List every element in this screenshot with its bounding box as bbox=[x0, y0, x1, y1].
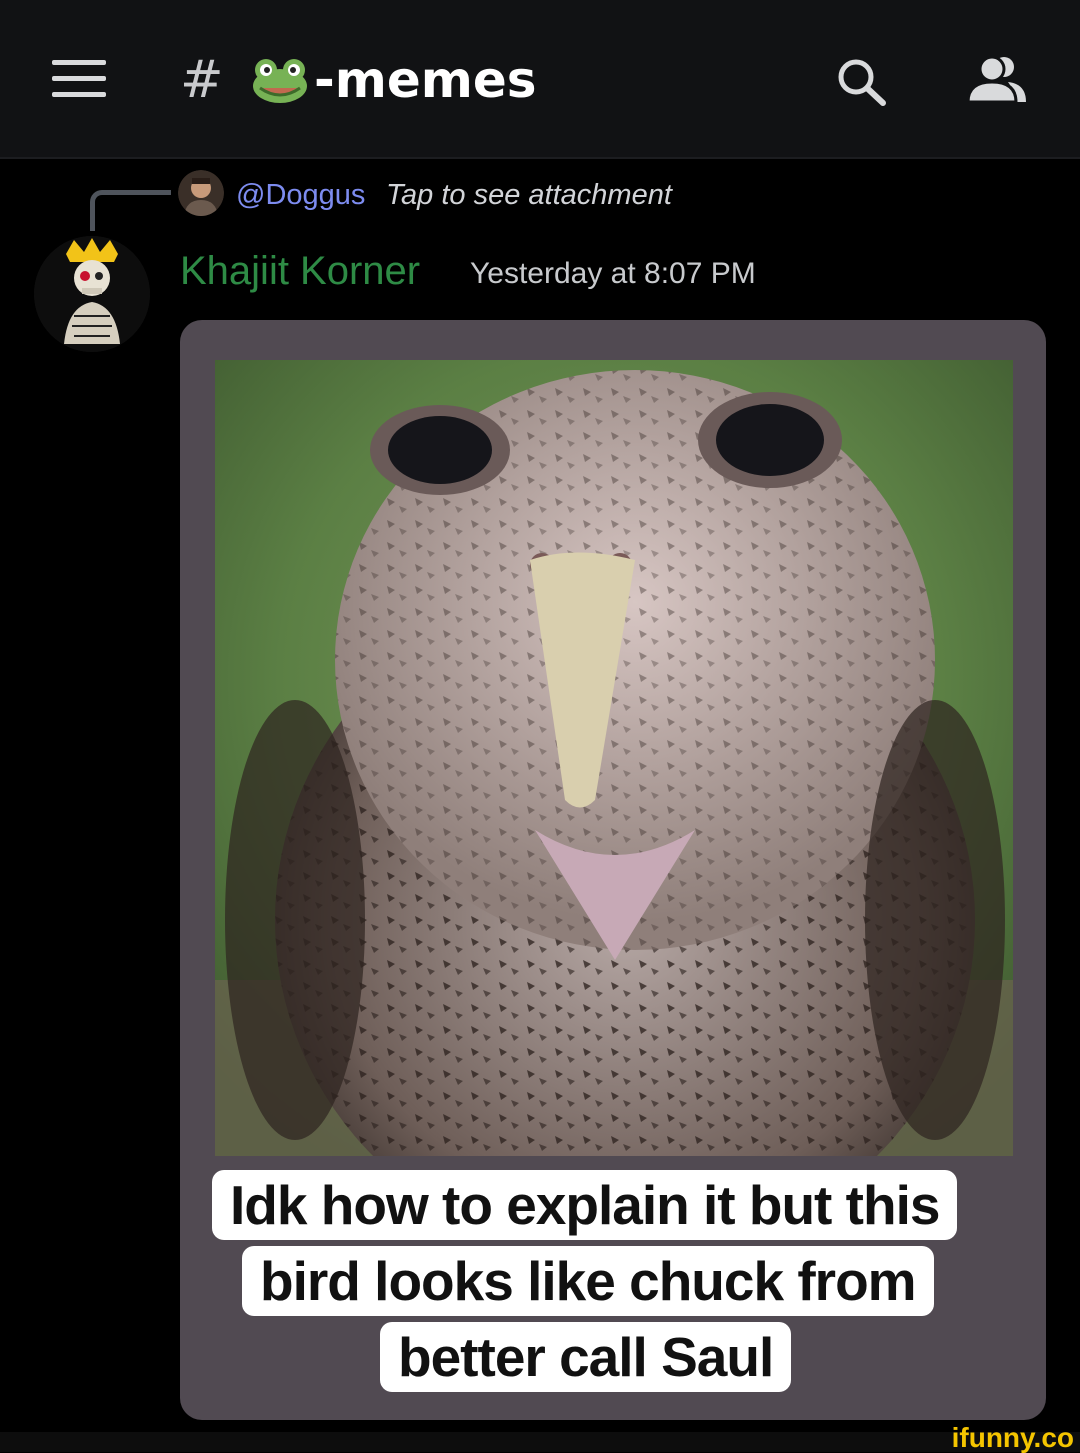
hamburger-menu-icon[interactable] bbox=[52, 60, 106, 98]
channel-name: -memes bbox=[314, 51, 537, 109]
reply-avatar[interactable] bbox=[178, 170, 224, 216]
reply-attachment-link[interactable]: Tap to see attachment bbox=[386, 176, 672, 214]
message-timestamp: Yesterday at 8:07 PM bbox=[470, 257, 756, 290]
caption-line: better call Saul bbox=[380, 1322, 792, 1392]
ifunny-watermark: ifunny.co bbox=[951, 1422, 1074, 1453]
message-username[interactable]: Khajiit Korner bbox=[180, 246, 420, 296]
avatar[interactable] bbox=[34, 236, 150, 352]
frog-icon bbox=[253, 59, 307, 103]
meme-caption: Idk how to explain it but this bird look… bbox=[212, 1168, 1006, 1400]
caption-line: Idk how to explain it but this bbox=[212, 1170, 958, 1240]
members-icon[interactable] bbox=[964, 54, 1028, 104]
header-divider bbox=[0, 157, 1080, 159]
reply-mention[interactable]: @Doggus bbox=[236, 176, 365, 214]
bird-photo[interactable] bbox=[215, 360, 1013, 1156]
search-icon[interactable] bbox=[834, 56, 888, 106]
footer-strip bbox=[0, 1432, 1080, 1452]
reply-connector bbox=[90, 190, 171, 231]
channel-header: # -memes bbox=[0, 0, 1080, 158]
channel-hash-icon: # bbox=[180, 50, 224, 110]
caption-line: bird looks like chuck from bbox=[242, 1246, 934, 1316]
